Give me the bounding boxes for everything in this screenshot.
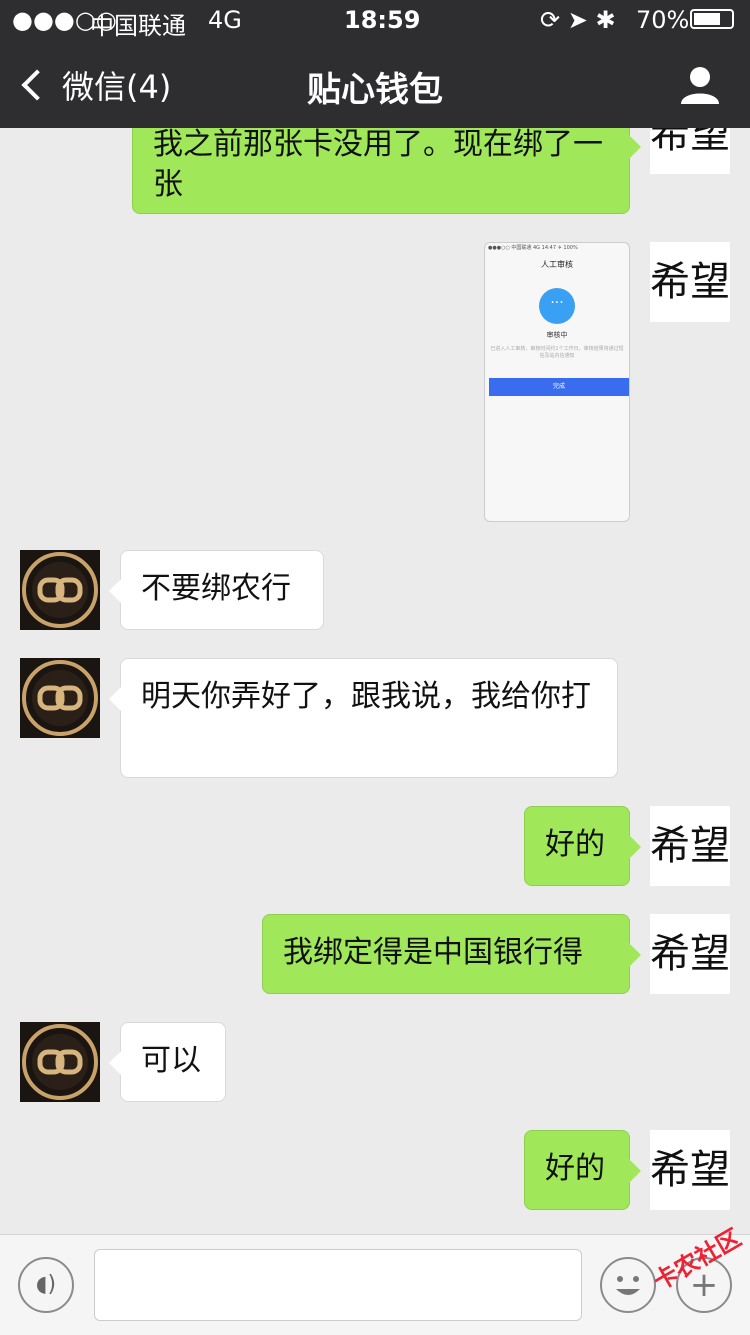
logo-icon <box>22 1024 98 1100</box>
status-icons: ⟳ ➤ ✱ <box>540 6 616 34</box>
contact-avatar[interactable] <box>20 658 100 738</box>
thumb-label: 审核中 <box>546 331 568 339</box>
voice-button[interactable]: ◖) <box>18 1257 74 1313</box>
thumb-pending-icon: ··· <box>539 288 575 324</box>
message-bubble[interactable]: 好的 <box>524 1130 641 1210</box>
my-avatar[interactable]: 希望 <box>650 128 730 174</box>
logo-icon <box>22 552 98 628</box>
thumb-status: ●●●○○ 中国联通 4G 14:47 ✈ 100% <box>488 245 578 251</box>
my-avatar[interactable]: 希望 <box>650 1130 730 1210</box>
network-type: 4G <box>208 6 242 34</box>
message-list[interactable]: 我之前那张卡没用了。现在绑了一张 希望 ●●●○○ 中国联通 4G 14:47 … <box>0 128 750 1234</box>
contact-avatar[interactable] <box>20 550 100 630</box>
nav-bar: 微信(4) 贴心钱包 <box>0 40 750 128</box>
message-bubble[interactable]: 我绑定得是中国银行得 <box>262 914 641 994</box>
chat-title: 贴心钱包 <box>307 70 443 110</box>
message-input[interactable] <box>94 1249 582 1321</box>
battery-percent: 70% <box>636 6 690 34</box>
carrier: 中国联通 <box>90 12 186 40</box>
my-avatar[interactable]: 希望 <box>650 914 730 994</box>
thumb-button: 完成 <box>489 378 629 396</box>
message-bubble[interactable]: 不要绑农行 <box>109 550 324 630</box>
message-bubble[interactable]: 好的 <box>524 806 641 886</box>
status-bar: ●●●○○ 中国联通 4G 18:59 ⟳ ➤ ✱ 70% <box>0 0 750 40</box>
image-message[interactable]: ●●●○○ 中国联通 4G 14:47 ✈ 100% 人工审核 ··· 审核中 … <box>484 242 630 522</box>
profile-icon[interactable] <box>680 66 720 104</box>
battery-icon <box>690 9 734 29</box>
my-avatar[interactable]: 希望 <box>650 806 730 886</box>
thumb-title: 人工审核 <box>541 260 573 269</box>
clock: 18:59 <box>344 6 421 34</box>
voice-icon: ◖) <box>35 1272 57 1297</box>
my-avatar[interactable]: 希望 <box>650 242 730 322</box>
logo-icon <box>22 660 98 736</box>
contact-avatar[interactable] <box>20 1022 100 1102</box>
message-bubble[interactable]: 可以 <box>109 1022 226 1102</box>
thumb-desc: 已进入人工审核，审核时间约1个工作日，审核结果将通过短信及站内信通知 <box>490 346 624 359</box>
input-bar: ◖) + <box>0 1234 750 1335</box>
message-bubble[interactable]: 我之前那张卡没用了。现在绑了一张 <box>132 128 641 214</box>
message-bubble[interactable]: 明天你弄好了，跟我说，我给你打 <box>109 658 618 778</box>
